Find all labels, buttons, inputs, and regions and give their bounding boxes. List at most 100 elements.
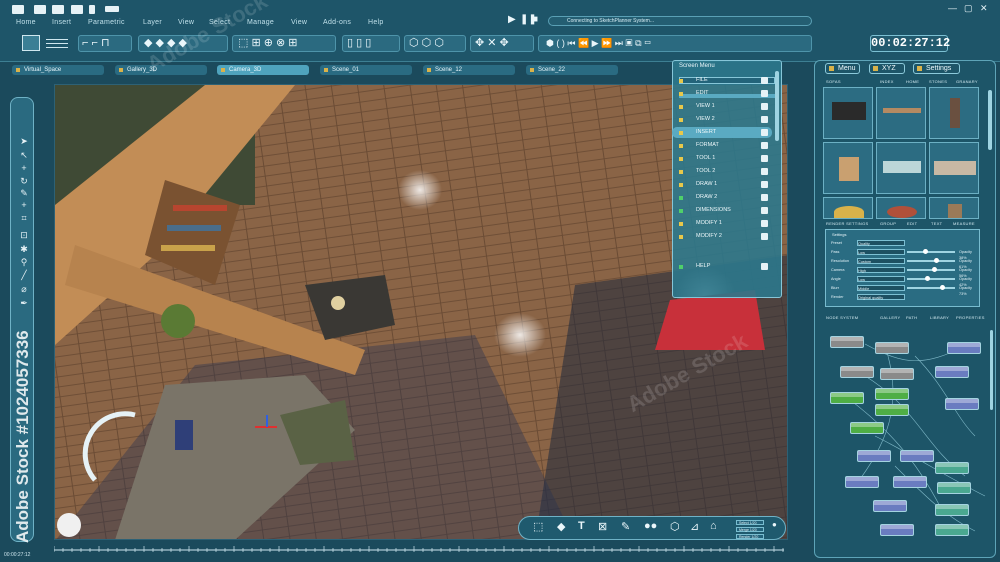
screen-menu-item-draw-1[interactable]: DRAW 1 <box>672 179 772 190</box>
pencil-icon[interactable]: ✎ <box>18 188 30 199</box>
node-blue[interactable] <box>845 476 879 488</box>
screen-menu-item-view-2[interactable]: VIEW 2 <box>672 114 772 125</box>
settings-dropdown[interactable]: Original quality <box>857 294 905 300</box>
lib-tab-index[interactable]: INDEX <box>880 79 894 84</box>
menu-view[interactable]: View <box>178 19 194 26</box>
screen-menu-item-modify-1[interactable]: MODIFY 1 <box>672 218 772 229</box>
screen-menu-item-edit[interactable]: EDIT <box>672 88 772 99</box>
menu-addons[interactable]: Add-ons <box>323 19 351 26</box>
node-blue[interactable] <box>857 450 891 462</box>
settings-dropdown[interactable]: Middle <box>857 285 905 291</box>
node-green[interactable] <box>875 404 909 416</box>
library-item-bar-stool[interactable] <box>929 87 979 139</box>
node-teal[interactable] <box>935 462 969 474</box>
eraser-icon[interactable]: ⌀ <box>18 284 30 295</box>
toolbar-handle-icon[interactable]: ● <box>772 520 777 529</box>
audio-icon[interactable] <box>105 6 119 12</box>
tab-scene-22[interactable]: Scene_22 <box>526 65 618 75</box>
node-gray[interactable] <box>830 336 864 348</box>
open-folder-icon[interactable] <box>34 5 46 14</box>
library-item-tv[interactable] <box>823 87 873 139</box>
tab-text[interactable]: TEXT <box>931 221 942 226</box>
rotate-icon[interactable]: ↻ <box>18 176 30 187</box>
node-blue[interactable] <box>900 450 934 462</box>
node-teal[interactable] <box>935 504 969 516</box>
menu-parametric[interactable]: Parametric <box>88 19 125 26</box>
paint-icon[interactable]: ◆ <box>557 520 565 533</box>
measure-tool-icon[interactable]: ⊿ <box>690 520 699 533</box>
settings-dropdown[interactable]: Low <box>857 276 905 282</box>
settings-dropdown[interactable]: Custom <box>857 258 905 264</box>
settings-button[interactable]: Settings <box>913 63 960 74</box>
xyz-button[interactable]: XYZ <box>869 63 905 74</box>
node-blue[interactable] <box>893 476 927 488</box>
lock-icon[interactable]: ⌂ <box>710 520 717 532</box>
settings-slider[interactable] <box>907 285 955 290</box>
screen-menu-item-tool-2[interactable]: TOOL 2 <box>672 166 772 177</box>
library-item-coffee-table[interactable] <box>876 142 926 194</box>
node-green[interactable] <box>830 392 864 404</box>
corner-tool-icon[interactable]: ⌐ ⌐ ⊓ <box>82 36 110 50</box>
new-file-icon[interactable] <box>12 5 24 14</box>
timeline-ruler[interactable] <box>54 546 784 554</box>
screen-menu-item-format[interactable]: FORMAT <box>672 140 772 151</box>
lib-tab-home[interactable]: HOME <box>906 79 919 84</box>
image-tool-icon[interactable]: ⊠ <box>598 520 607 533</box>
screen-menu-item-dimensions[interactable]: DIMENSIONS <box>672 205 772 216</box>
add-point-icon[interactable]: + <box>18 200 30 210</box>
tab-gallery[interactable]: GALLERY <box>880 315 900 320</box>
slider-knob[interactable] <box>940 285 946 290</box>
settings-slider[interactable] <box>907 249 955 254</box>
settings-dropdown[interactable]: Quality <box>857 240 905 246</box>
crop-icon[interactable]: ⌗ <box>18 213 30 224</box>
cube-tool-icon[interactable]: ⬡ <box>670 520 680 533</box>
node-gray[interactable] <box>840 366 874 378</box>
tab-node-system[interactable]: NODE SYSTEM <box>826 315 858 320</box>
library-scrollbar[interactable] <box>988 90 992 150</box>
node-graph[interactable] <box>825 326 990 546</box>
move-icon[interactable]: ✥ ✕ ✥ <box>475 36 509 50</box>
settings-gear-icon[interactable]: ✱ <box>18 244 30 255</box>
link-tool-icon[interactable]: ●● <box>644 520 657 532</box>
settings-slider[interactable] <box>907 258 955 263</box>
slider-knob[interactable] <box>923 249 929 254</box>
slider-knob[interactable] <box>931 267 937 272</box>
tab-group[interactable]: GROUP <box>880 221 896 226</box>
menu-layer[interactable]: Layer <box>143 19 162 26</box>
save-icon[interactable] <box>52 5 64 14</box>
line-icon[interactable]: ╱ <box>18 270 30 281</box>
tab-scene-01[interactable]: Scene_01 <box>320 65 412 75</box>
select-arrow-icon[interactable]: ➤ <box>18 136 30 147</box>
node-teal[interactable] <box>937 482 971 494</box>
tab-properties[interactable]: PROPERTIES <box>956 315 985 320</box>
tab-scene-12[interactable]: Scene_12 <box>423 65 515 75</box>
text-tool-icon[interactable]: T <box>578 520 585 532</box>
node-blue[interactable] <box>935 366 969 378</box>
tab-virtual-space[interactable]: Virtual_Space <box>12 65 104 75</box>
plus-icon[interactable]: + <box>18 163 30 173</box>
menu-help[interactable]: Help <box>368 19 384 26</box>
library-item-lamp[interactable] <box>823 197 873 219</box>
lib-tab-granary[interactable]: GRANARY <box>956 79 978 84</box>
node-tool-icon[interactable]: ⬚ <box>533 520 543 533</box>
settings-slider[interactable] <box>907 267 955 272</box>
close-icon[interactable]: ✕ <box>980 4 989 13</box>
brush-icon[interactable]: ⚲ <box>18 257 30 268</box>
cube-icon[interactable]: ⬡ ⬡ ⬡ <box>409 36 444 50</box>
library-item-console-table[interactable] <box>876 87 926 139</box>
node-green[interactable] <box>875 388 909 400</box>
print-icon[interactable] <box>71 5 83 14</box>
node-blue[interactable] <box>880 524 914 536</box>
library-item-nightstand[interactable] <box>823 142 873 194</box>
settings-slider[interactable] <box>907 276 955 281</box>
layer-preview[interactable] <box>12 34 72 52</box>
edit-tool-icon[interactable]: ✎ <box>621 520 630 533</box>
library-item-side-table[interactable] <box>929 197 979 219</box>
play-icon[interactable]: ▶ <box>508 14 516 25</box>
node-blue[interactable] <box>947 342 981 354</box>
node-teal[interactable] <box>935 524 969 536</box>
screen-menu-item-file[interactable]: FILE <box>672 75 772 86</box>
slider-knob[interactable] <box>934 258 940 263</box>
menu-insert[interactable]: Insert <box>52 19 71 26</box>
library-item-bowl[interactable] <box>876 197 926 219</box>
